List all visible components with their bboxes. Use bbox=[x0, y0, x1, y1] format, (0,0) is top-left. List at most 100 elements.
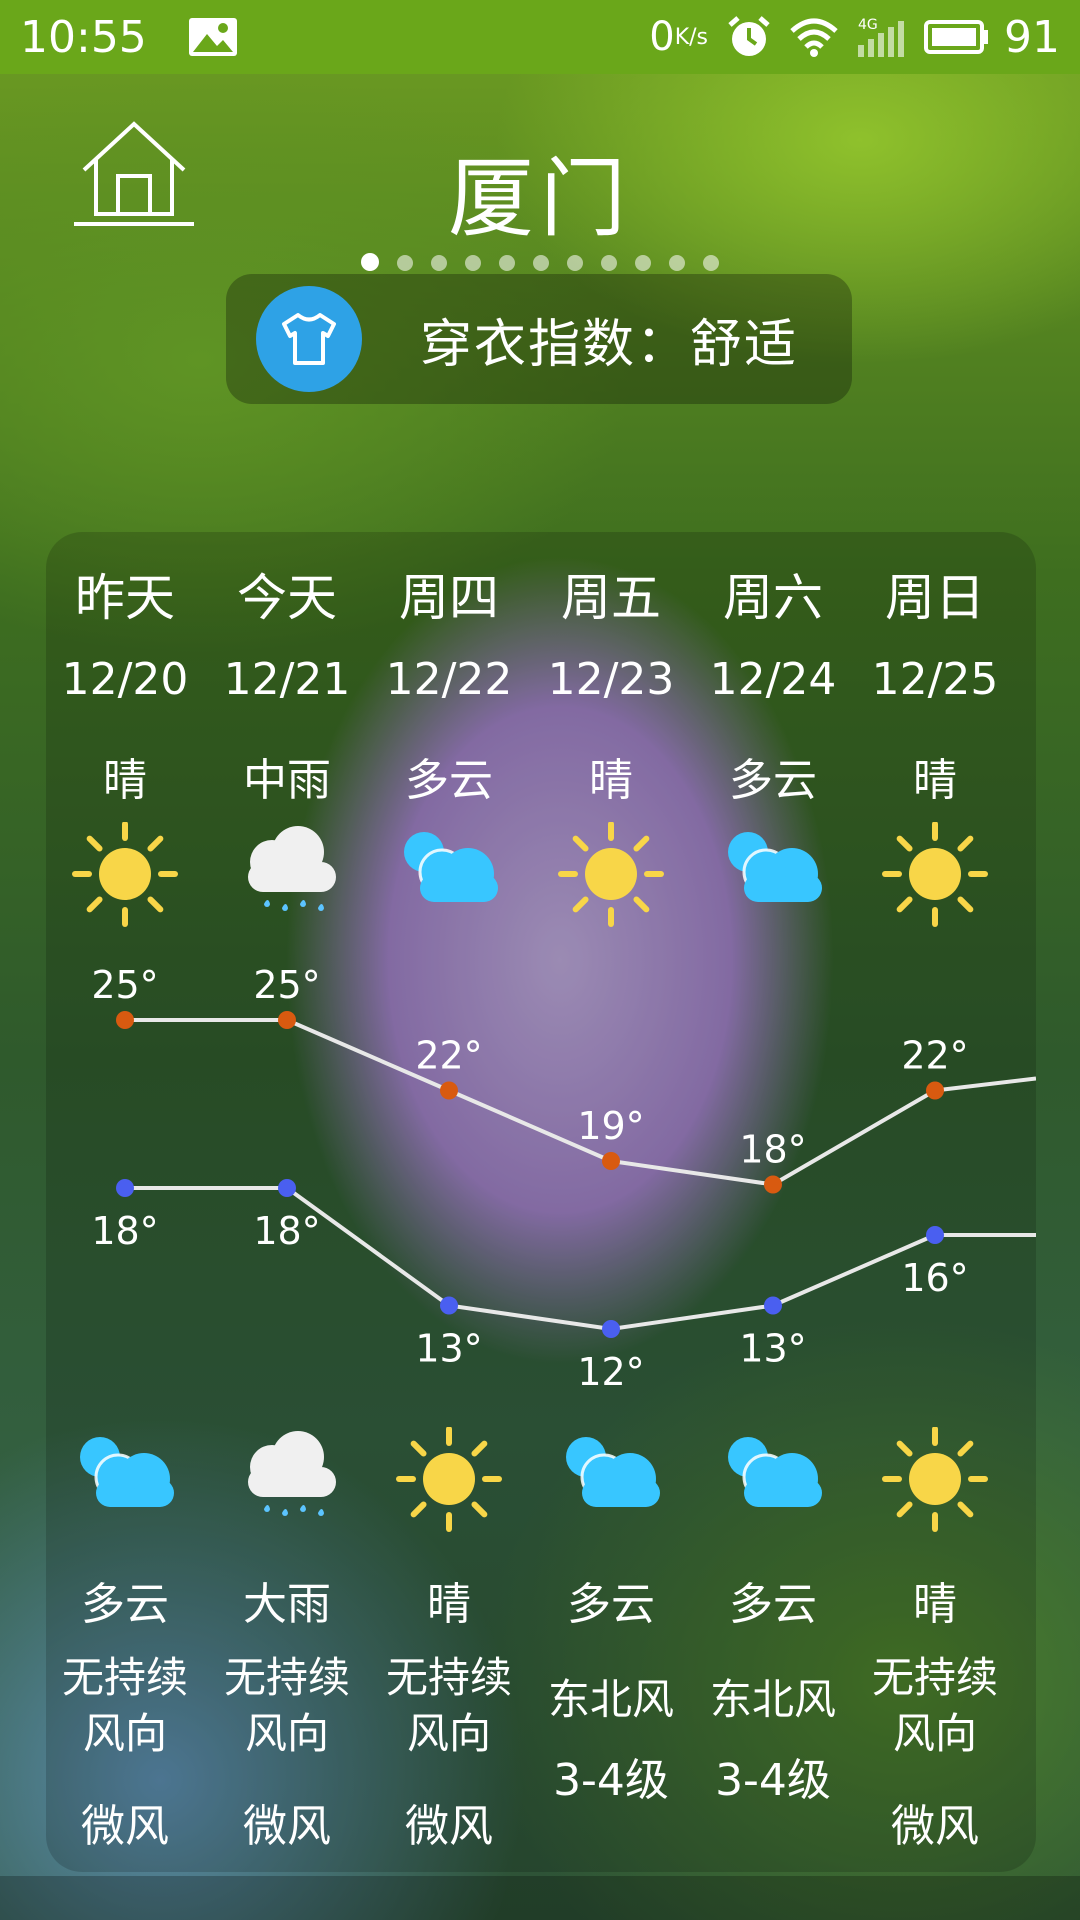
page-dot[interactable] bbox=[431, 255, 447, 271]
forecast-night-condition: 多云 bbox=[567, 1579, 655, 1630]
forecast-wind-direction: 无持续 风向 bbox=[854, 1650, 1016, 1762]
forecast-night-condition: 多云 bbox=[81, 1579, 169, 1630]
wind-direction-line: 无持续 bbox=[223, 1653, 350, 1702]
forecast-day-condition: 晴 bbox=[589, 755, 633, 806]
sun-icon bbox=[368, 1427, 530, 1537]
wifi-icon bbox=[790, 17, 838, 57]
forecast-wind-level: 微风 bbox=[243, 1801, 331, 1852]
wind-direction-line: 无持续 bbox=[871, 1653, 998, 1702]
forecast-day-condition: 多云 bbox=[405, 755, 493, 806]
city-title[interactable]: 厦门 bbox=[0, 128, 1080, 253]
forecast-date: 12/21 bbox=[223, 654, 351, 705]
high-temp-point bbox=[278, 1011, 296, 1029]
page-dot[interactable] bbox=[397, 255, 413, 271]
high-temp-label: 19° bbox=[577, 1104, 644, 1148]
forecast-day: 周日 bbox=[885, 569, 985, 627]
cloud-icon bbox=[530, 1427, 692, 1537]
sun-icon bbox=[854, 1427, 1016, 1537]
page-dot[interactable] bbox=[499, 255, 515, 271]
high-temp-point bbox=[764, 1175, 782, 1194]
sun-icon bbox=[530, 822, 692, 932]
forecast-day: 昨天 bbox=[75, 569, 175, 627]
page-dot[interactable] bbox=[465, 255, 481, 271]
network-speed: 0 K/s bbox=[649, 14, 708, 60]
forecast-wind-level: 微风 bbox=[405, 1801, 493, 1852]
page-dot[interactable] bbox=[567, 255, 583, 271]
battery-icon bbox=[924, 18, 990, 56]
wind-direction-line: 风向 bbox=[244, 1709, 329, 1758]
low-temp-point bbox=[116, 1179, 134, 1197]
forecast-night-condition: 多云 bbox=[729, 1579, 817, 1630]
forecast-date: 12/22 bbox=[385, 654, 513, 705]
forecast-night-condition: 晴 bbox=[913, 1579, 957, 1630]
forecast-wind-direction: 无持续 风向 bbox=[368, 1650, 530, 1762]
forecast-wind-direction: 无持续 风向 bbox=[206, 1650, 368, 1762]
forecast-date: 12/24 bbox=[709, 654, 837, 705]
wind-direction-line: 风向 bbox=[892, 1709, 977, 1758]
forecast-day-condition: 中雨 bbox=[243, 755, 331, 806]
low-temp-point bbox=[440, 1296, 458, 1315]
high-temp-line-extension bbox=[934, 1076, 1036, 1093]
wind-direction-line: 无持续 bbox=[61, 1653, 188, 1702]
low-temp-point bbox=[602, 1320, 620, 1338]
forecast-date: 12/20 bbox=[61, 654, 189, 705]
low-temp-label: 13° bbox=[415, 1327, 482, 1371]
high-temp-point bbox=[602, 1152, 620, 1170]
forecast-day: 今天 bbox=[237, 569, 337, 627]
forecast-wind-direction: 无持续 风向 bbox=[46, 1650, 206, 1762]
page-dot[interactable] bbox=[703, 255, 719, 271]
forecast-wind-level: 微风 bbox=[891, 1801, 979, 1852]
low-temp-point bbox=[764, 1296, 782, 1315]
forecast-wind-direction: 东北风 bbox=[547, 1675, 674, 1724]
page-dot[interactable] bbox=[533, 255, 549, 271]
sun-icon bbox=[854, 822, 1016, 932]
low-temp-label: 13° bbox=[739, 1327, 806, 1371]
cloud-icon bbox=[46, 1427, 206, 1537]
forecast-night-condition: 晴 bbox=[427, 1579, 471, 1630]
forecast-day-condition: 多云 bbox=[729, 755, 817, 806]
sun-icon bbox=[46, 822, 206, 932]
high-temp-label: 25° bbox=[91, 963, 158, 1007]
high-temp-point bbox=[116, 1011, 134, 1029]
status-bar: 10:55 0 K/s 4G 91 bbox=[0, 0, 1080, 74]
forecast-day-condition: 晴 bbox=[913, 755, 957, 806]
signal-4g-icon: 4G bbox=[856, 15, 906, 59]
clothing-index-card[interactable]: 穿衣指数：舒适 bbox=[226, 274, 852, 404]
network-speed-unit: K/s bbox=[674, 24, 708, 50]
forecast-night-condition: 大雨 bbox=[243, 1579, 331, 1630]
cloud-icon bbox=[692, 1427, 854, 1537]
cloud-icon bbox=[368, 822, 530, 932]
forecast-day: 周四 bbox=[399, 569, 499, 627]
low-temp-label: 18° bbox=[253, 1209, 320, 1253]
battery-level: 91 bbox=[1004, 11, 1060, 63]
navigation-bar bbox=[0, 1876, 1080, 1920]
high-temp-label: 18° bbox=[739, 1128, 806, 1172]
forecast-wind-level: 3-4级 bbox=[715, 1755, 831, 1806]
svg-text:4G: 4G bbox=[858, 17, 878, 33]
high-temp-label: 22° bbox=[901, 1034, 968, 1078]
page-dot[interactable] bbox=[601, 255, 617, 271]
page-dot[interactable] bbox=[361, 253, 379, 271]
forecast-panel[interactable]: 25° 18° 25° 18° 22° 13° 19° 12° 18° 13° 22° 16° 昨天 1… bbox=[46, 532, 1036, 1872]
high-temp-label: 25° bbox=[253, 963, 320, 1007]
forecast-wind-level: 3-4级 bbox=[553, 1755, 669, 1806]
wind-direction-line: 风向 bbox=[82, 1709, 167, 1758]
high-temp-line bbox=[125, 1018, 937, 1187]
low-temp-label: 16° bbox=[901, 1256, 968, 1300]
rain-icon bbox=[206, 1427, 368, 1537]
forecast-wind-level: 微风 bbox=[81, 1801, 169, 1852]
high-temp-label: 22° bbox=[415, 1034, 482, 1078]
wind-direction-line: 无持续 bbox=[385, 1653, 512, 1702]
low-temp-line bbox=[125, 1186, 936, 1332]
high-temp-point bbox=[440, 1081, 458, 1100]
page-dot[interactable] bbox=[669, 255, 685, 271]
clothing-index-text: 穿衣指数：舒适 bbox=[420, 314, 799, 375]
page-dot[interactable] bbox=[635, 255, 651, 271]
header: 厦门 bbox=[0, 74, 1080, 254]
forecast-date: 12/25 bbox=[871, 654, 999, 705]
tshirt-icon bbox=[256, 286, 362, 392]
status-time: 10:55 bbox=[20, 11, 147, 63]
low-temp-point bbox=[278, 1179, 296, 1197]
cloud-icon bbox=[692, 822, 854, 932]
alarm-icon bbox=[726, 14, 772, 60]
